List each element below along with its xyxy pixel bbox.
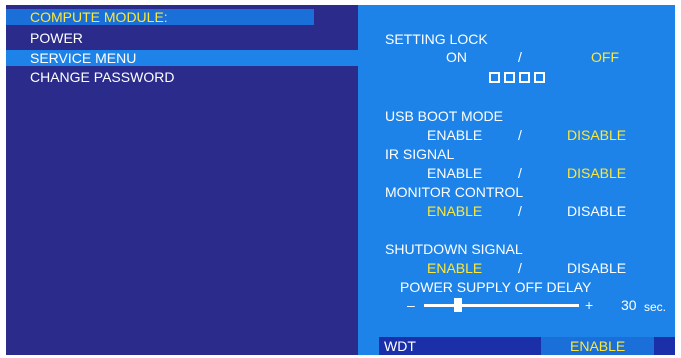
power-supply-delay-slider[interactable]	[424, 304, 579, 307]
menu-header: COMPUTE MODULE:	[6, 9, 314, 25]
shutdown-signal-label: SHUTDOWN SIGNAL	[385, 241, 523, 257]
slider-knob[interactable]	[454, 298, 463, 312]
pin-box-icon	[489, 71, 500, 83]
ir-signal-label: IR SIGNAL	[385, 146, 455, 162]
slider-plus-icon[interactable]: +	[585, 297, 593, 313]
monitor-control-disable[interactable]: DISABLE	[567, 203, 626, 219]
setting-lock-label: SETTING LOCK	[385, 31, 488, 47]
pin-box-icon	[504, 71, 515, 83]
pin-box-icon	[519, 71, 530, 83]
pin-code-boxes[interactable]	[489, 68, 549, 84]
monitor-control-enable[interactable]: ENABLE	[427, 203, 482, 219]
delay-unit: sec.	[644, 300, 667, 314]
ir-signal-disable[interactable]: DISABLE	[567, 165, 626, 181]
usb-boot-enable[interactable]: ENABLE	[427, 127, 482, 143]
ir-signal-sep: /	[518, 165, 522, 181]
menu-item-change-password[interactable]: CHANGE PASSWORD	[6, 69, 358, 85]
ir-signal-enable[interactable]: ENABLE	[427, 165, 482, 181]
settings-panel: SETTING LOCK ON / OFF USB BOOT MODE ENAB…	[358, 5, 675, 355]
power-supply-delay-label: POWER SUPPLY OFF DELAY	[400, 279, 592, 295]
setting-lock-on[interactable]: ON	[446, 49, 467, 65]
usb-boot-sep: /	[518, 127, 522, 143]
shutdown-signal-disable[interactable]: DISABLE	[567, 260, 626, 276]
shutdown-signal-sep: /	[518, 260, 522, 276]
usb-boot-label: USB BOOT MODE	[385, 108, 503, 124]
menu-item-service-menu[interactable]: SERVICE MENU	[6, 50, 358, 66]
shutdown-signal-enable[interactable]: ENABLE	[427, 260, 482, 276]
usb-boot-disable[interactable]: DISABLE	[567, 127, 626, 143]
setting-lock-off[interactable]: OFF	[591, 49, 619, 65]
wdt-label: WDT	[384, 338, 416, 354]
monitor-control-label: MONITOR CONTROL	[385, 184, 524, 200]
menu-panel: COMPUTE MODULE: POWER SERVICE MENU CHANG…	[6, 5, 358, 355]
delay-value: 30	[621, 297, 637, 313]
osd-window: COMPUTE MODULE: POWER SERVICE MENU CHANG…	[6, 5, 675, 355]
menu-item-power[interactable]: POWER	[6, 30, 358, 46]
pin-box-icon	[534, 71, 545, 83]
wdt-value: ENABLE	[570, 338, 626, 354]
setting-lock-sep: /	[518, 49, 522, 65]
monitor-control-sep: /	[518, 203, 522, 219]
slider-minus-icon[interactable]: –	[407, 297, 415, 313]
